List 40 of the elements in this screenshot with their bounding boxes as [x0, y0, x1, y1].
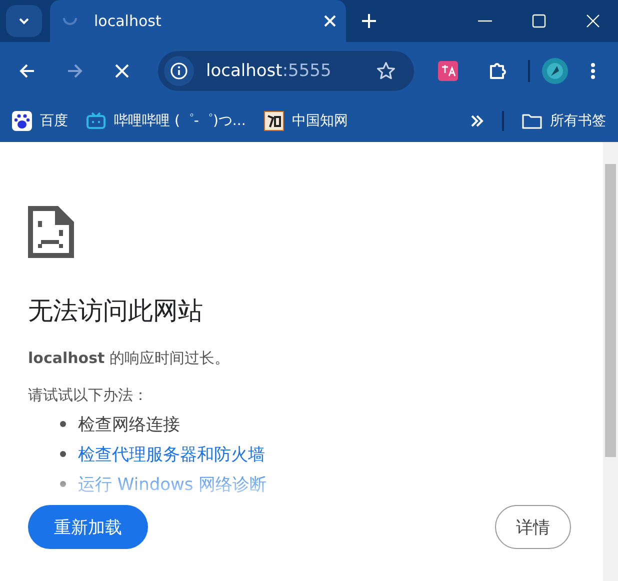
bullet-icon — [60, 421, 66, 427]
suggestions-heading: 请试试以下办法： — [28, 386, 149, 405]
suggestion-link[interactable]: 检查代理服务器和防火墙 — [78, 442, 265, 466]
back-icon[interactable] — [18, 62, 36, 80]
chevron-icon — [18, 17, 30, 25]
sad-document-icon — [28, 206, 74, 258]
bookmark-item[interactable]: 哔哩哔哩 (゜-゜)つ... — [86, 111, 246, 131]
reload-button[interactable]: 重新加载 — [28, 505, 148, 549]
maximize-icon[interactable] — [532, 14, 546, 28]
browser-tab[interactable]: localhost — [50, 0, 346, 42]
bullet-icon — [60, 481, 66, 487]
bullet-icon — [60, 451, 66, 457]
tab-search-button[interactable] — [6, 5, 42, 37]
tv-icon — [86, 111, 106, 131]
scrollbar[interactable] — [603, 142, 618, 581]
info-icon[interactable] — [164, 56, 194, 86]
folder-icon — [522, 113, 542, 129]
error-title: 无法访问此网站 — [28, 295, 204, 327]
translate-icon[interactable] — [438, 61, 458, 81]
all-bookmarks-button[interactable]: 所有书签 — [522, 112, 606, 130]
forward-icon[interactable] — [66, 62, 84, 80]
new-tab-icon[interactable] — [362, 14, 376, 28]
details-button[interactable]: 详情 — [495, 505, 571, 549]
star-icon[interactable] — [376, 61, 396, 81]
logo-tile-icon — [264, 111, 284, 131]
paw-icon — [12, 111, 32, 131]
address-bar[interactable]: localhost:5555 — [158, 51, 414, 91]
close-icon[interactable] — [324, 15, 336, 27]
menu-icon[interactable] — [590, 62, 596, 80]
close-window-icon[interactable] — [586, 14, 600, 28]
url-text: localhost:5555 — [206, 61, 332, 81]
extensions-icon[interactable] — [488, 61, 508, 81]
suggestion-text: 检查网络连接 — [78, 414, 180, 436]
bookmark-item[interactable]: 百度 — [12, 111, 68, 131]
bookmark-item[interactable]: 中国知网 — [264, 111, 348, 131]
profile-avatar-icon[interactable] — [542, 58, 568, 84]
error-message: localhost 的响应时间过长。 — [28, 349, 230, 368]
more-bookmarks-icon[interactable] — [470, 114, 484, 128]
stop-icon[interactable] — [114, 63, 130, 79]
tab-title: localhost — [94, 12, 162, 30]
